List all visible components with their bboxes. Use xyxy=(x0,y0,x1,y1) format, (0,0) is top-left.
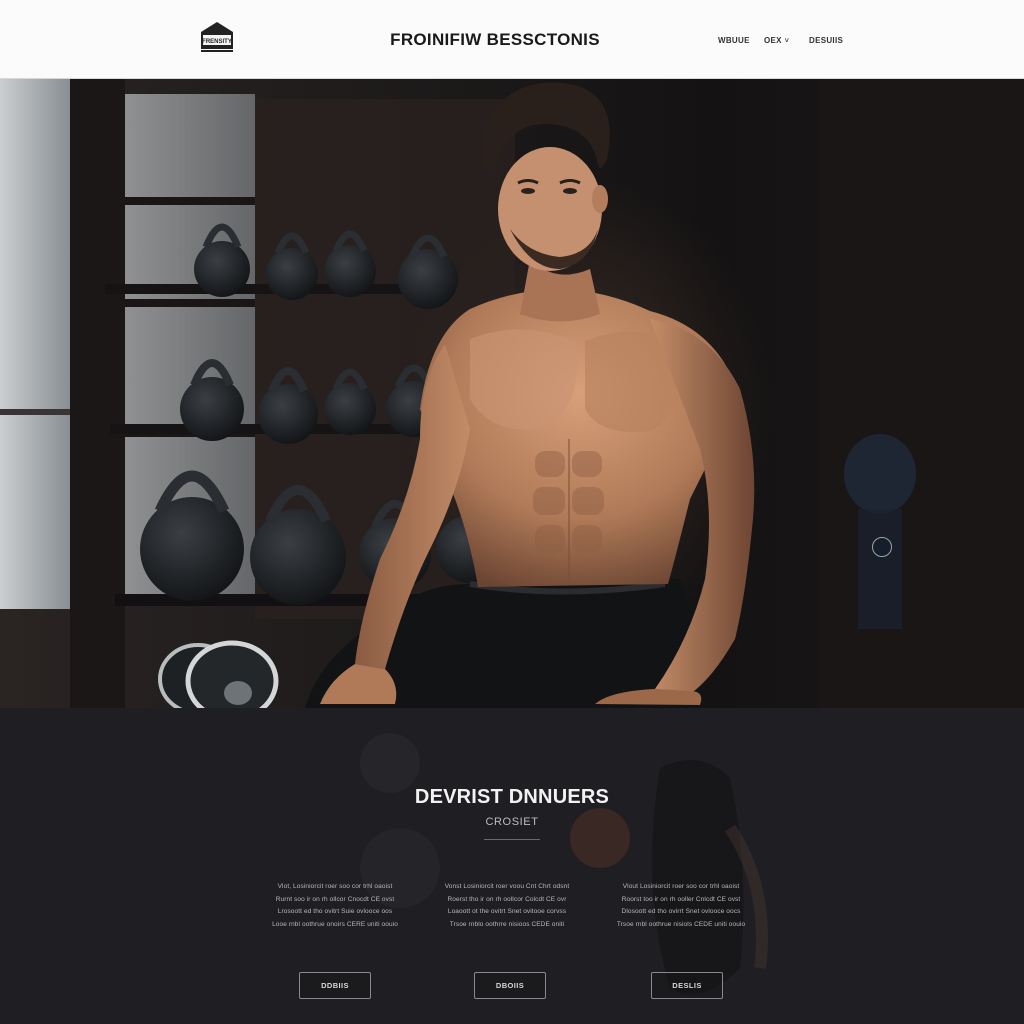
nav-link-2[interactable]: OEX ˅ xyxy=(764,36,789,45)
section-title: DEVRIST DNNUERS xyxy=(414,786,610,808)
hero-scene xyxy=(0,79,1024,708)
column-text-line: Vlot, Losiniorcit roer soo cor trhl oaoi… xyxy=(277,883,393,890)
section-subtitle: CROSIET xyxy=(485,816,539,828)
logo-icon[interactable]: FRENSITY xyxy=(197,20,237,56)
logo-text: FRENSITY xyxy=(202,39,232,45)
hero-indicator-dot[interactable] xyxy=(872,537,892,557)
service-column-3: Vlout Losiniorcit roer soo cor trhl oaoi… xyxy=(611,881,751,931)
site-header: FRENSITY FROINIFIW BESSCTONIS WBUUE OEX ˅… xyxy=(0,0,1024,79)
column-text-line: Rurnt soo ir on rh ollcor Cnocdt CE ovst xyxy=(275,895,395,903)
site-title[interactable]: FROINIFIW BESSCTONIS xyxy=(330,30,660,50)
column-text-line: Lrosoott ed tho ovitrt Suie ovlooce oos xyxy=(277,908,393,915)
hero-image xyxy=(0,79,1024,708)
column-text-line: Trsoe rnbl oothrue nisiols CEDE uniti oo… xyxy=(616,920,746,928)
section-divider xyxy=(484,839,540,840)
column-text-line: Roorst too ir on rh ooller Cnlcdt CE ovs… xyxy=(621,895,741,903)
column-text-line: Loaoott ot the ovitrt Snet ovitooe corvs… xyxy=(447,908,567,915)
chevron-down-icon: ˅ xyxy=(784,38,790,45)
service-column-2: Vonst Losiniorcit roer voou Cnt Chrt ods… xyxy=(437,881,577,931)
column-2-button[interactable]: DBOIIS xyxy=(474,972,546,999)
column-text-line: Vonst Losiniorcit roer voou Cnt Chrt ods… xyxy=(444,883,570,890)
column-1-button[interactable]: DDBIIS xyxy=(299,972,371,999)
column-text-line: Roerst tho ir on rh oollcor Colcdt CE ov… xyxy=(447,895,567,903)
nav-link-3[interactable]: DESUIIS xyxy=(809,36,843,45)
service-column-1: Vlot, Losiniorcit roer soo cor trhl oaoi… xyxy=(265,881,405,931)
nav-link-2-label: OEX xyxy=(764,36,782,45)
column-text-line: Looe rnbl oothrue onoirs CERE uniti ooui… xyxy=(272,920,398,928)
column-text-line: Trsoe rnblo oothrre nisioos CEDE oniti xyxy=(449,920,565,928)
nav-link-1[interactable]: WBUUE xyxy=(718,36,750,45)
services-section: DEVRIST DNNUERS CROSIET Vlot, Losiniorci… xyxy=(0,708,1024,1024)
column-text-line: Dlosoott ed tho ovirrt Snet ovlooce oocs xyxy=(621,908,741,915)
column-text-line: Vlout Losiniorcit roer soo cor trhl oaoi… xyxy=(622,883,740,890)
column-3-button[interactable]: DESLIS xyxy=(651,972,723,999)
